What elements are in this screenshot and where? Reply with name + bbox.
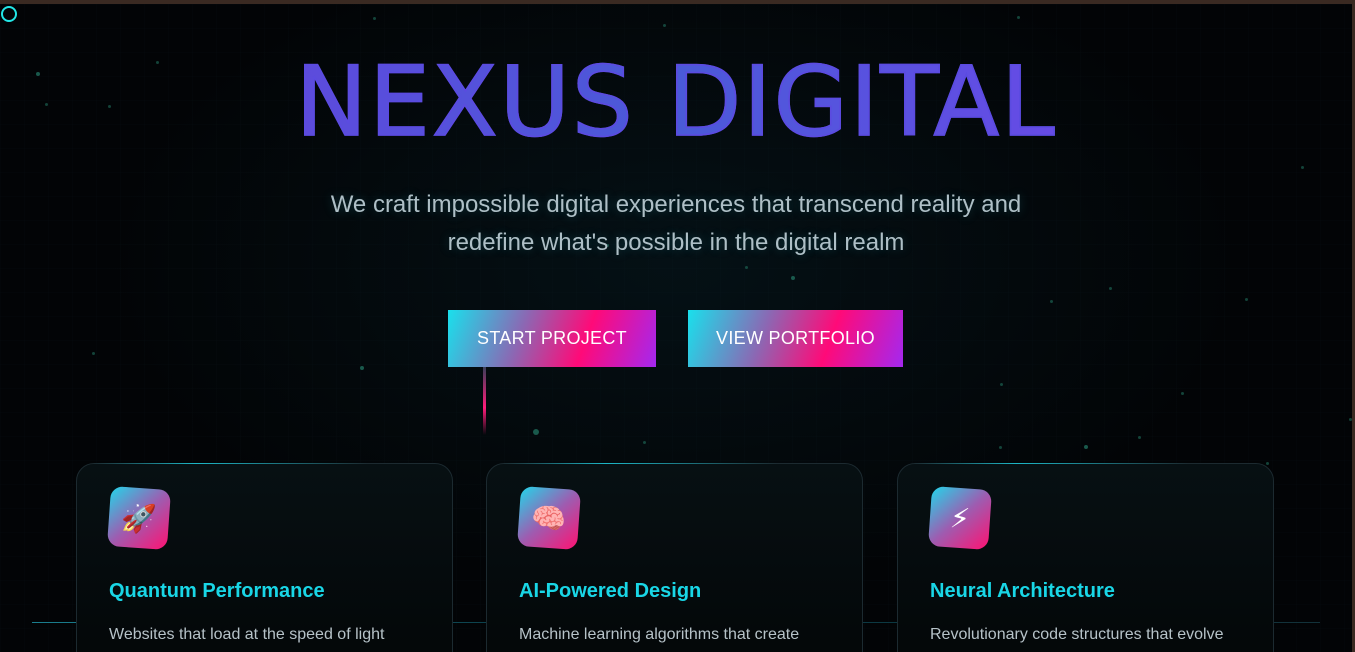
particle <box>360 366 364 370</box>
light-beam-effect <box>483 367 486 435</box>
hero-subtitle: We craft impossible digital experiences … <box>276 186 1076 262</box>
particle <box>1050 300 1053 303</box>
feature-title: Quantum Performance <box>109 580 325 602</box>
rocket-icon: 🚀 <box>106 485 172 551</box>
feature-card-ai-powered-design: 🧠 AI-Powered Design Machine learning alg… <box>486 463 863 652</box>
particle <box>92 352 95 355</box>
particle <box>1266 462 1269 465</box>
particle <box>745 266 748 269</box>
start-project-button[interactable]: START PROJECT <box>448 310 656 367</box>
particle <box>791 276 795 280</box>
brain-icon: 🧠 <box>516 485 582 551</box>
hero-subtitle-line-1: We craft impossible digital experiences … <box>330 191 1022 218</box>
feature-card-quantum-performance: 🚀 Quantum Performance Websites that load… <box>76 463 453 652</box>
cursor-ring-icon <box>1 6 17 22</box>
hero-title: NEXUS DIGITAL <box>0 45 1352 159</box>
feature-description: Websites that load at the speed of light <box>109 626 385 643</box>
landing-page: NEXUS DIGITAL We craft impossible digita… <box>0 4 1352 652</box>
particle <box>1245 298 1248 301</box>
feature-title: AI-Powered Design <box>519 580 702 602</box>
particle <box>1109 287 1112 290</box>
particle <box>1000 383 1003 386</box>
particle <box>533 429 539 435</box>
particle <box>999 446 1002 449</box>
feature-description: Revolutionary code structures that evolv… <box>930 626 1224 643</box>
particle <box>1017 16 1020 19</box>
particle <box>663 24 666 27</box>
particle <box>643 441 646 444</box>
particle <box>1181 392 1184 395</box>
view-portfolio-button[interactable]: VIEW PORTFOLIO <box>688 310 903 367</box>
particle <box>373 17 376 20</box>
feature-card-neural-architecture: ⚡ Neural Architecture Revolutionary code… <box>897 463 1274 652</box>
hero-subtitle-line-2: redefine what's possible in the digital … <box>447 229 905 256</box>
particle <box>1138 436 1141 439</box>
particle <box>1301 166 1304 169</box>
feature-description: Machine learning algorithms that create <box>519 626 800 643</box>
lightning-icon: ⚡ <box>927 485 993 551</box>
feature-title: Neural Architecture <box>930 580 1115 602</box>
particle <box>1349 418 1352 421</box>
particle <box>1084 445 1088 449</box>
